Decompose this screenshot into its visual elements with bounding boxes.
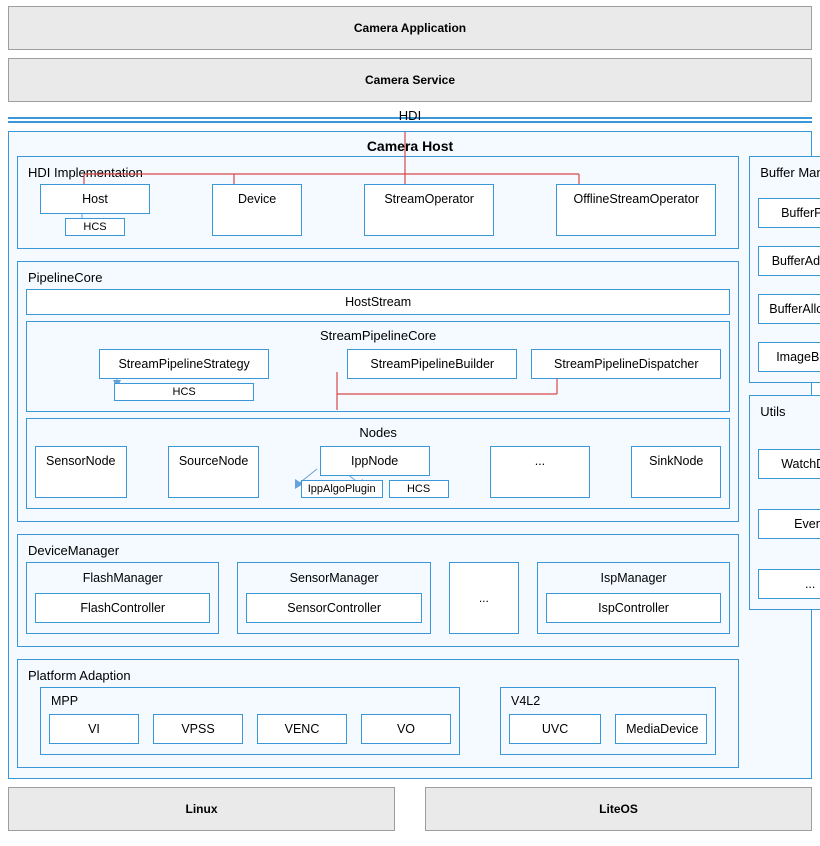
buffer-adapter-box: BufferAdapter (758, 246, 820, 276)
pipeline-core-panel: PipelineCore HostStream (17, 261, 739, 522)
platform-adaption-panel: Platform Adaption MPP VI VPSS VENC VO (17, 659, 739, 768)
camera-service-layer: Camera Service (8, 58, 812, 102)
host-stream-box: HostStream (26, 289, 730, 315)
ipp-algo-plugin-box: IppAlgoPlugin (301, 480, 383, 498)
isp-manager-title: IspManager (546, 567, 721, 593)
device-box: Device (212, 184, 302, 236)
stream-pipeline-core-panel: StreamPipelineCore StreamPipelineStrateg… (26, 321, 730, 412)
vo-box: VO (361, 714, 451, 744)
stream-pipeline-core-title: StreamPipelineCore (35, 326, 721, 349)
platform-adaption-title: Platform Adaption (26, 666, 730, 687)
venc-box: VENC (257, 714, 347, 744)
host-box: Host (40, 184, 150, 214)
hcs-box-strategy: HCS (114, 383, 254, 401)
offline-stream-operator-box: OfflineStreamOperator (556, 184, 716, 236)
device-manager-panel: DeviceManager FlashManager FlashControll… (17, 534, 739, 647)
stream-pipeline-builder-box: StreamPipelineBuilder (347, 349, 517, 379)
isp-controller-box: IspController (546, 593, 721, 623)
device-manager-ellipsis: ... (449, 562, 519, 634)
media-device-box: MediaDevice (615, 714, 707, 744)
buffer-manager-title: Buffer Manager (758, 163, 820, 180)
vpss-box: VPSS (153, 714, 243, 744)
nodes-panel: Nodes SensorNode SourceNode IppNode IppA… (26, 418, 730, 509)
pipeline-core-title: PipelineCore (26, 268, 730, 289)
hcs-box-host: HCS (65, 218, 125, 236)
camera-application-layer: Camera Application (8, 6, 812, 50)
sensor-node-box: SensorNode (35, 446, 127, 498)
stream-pipeline-dispatcher-box: StreamPipelineDispatcher (531, 349, 721, 379)
uvc-box: UVC (509, 714, 601, 744)
camera-host-title: Camera Host (17, 136, 803, 156)
flash-manager-panel: FlashManager FlashController (26, 562, 219, 634)
sensor-manager-panel: SensorManager SensorController (237, 562, 430, 634)
v4l2-group: V4L2 UVC MediaDevice (500, 687, 716, 755)
source-node-box: SourceNode (168, 446, 260, 498)
hdi-implementation-title: HDI Implementation (26, 163, 730, 184)
image-buffer-box: ImageBuffer (758, 342, 820, 372)
isp-manager-panel: IspManager IspController (537, 562, 730, 634)
event-box: Event (758, 509, 820, 539)
sensor-manager-title: SensorManager (246, 567, 421, 593)
hdi-implementation-panel: HDI Implementation Host HCS Device Strea… (17, 156, 739, 249)
utils-title: Utils (758, 402, 820, 419)
buffer-manager-panel: Buffer Manager BufferPool BufferAdapter … (749, 156, 820, 383)
hdi-label: HDI (8, 108, 812, 123)
linux-layer: Linux (8, 787, 395, 831)
device-manager-title: DeviceManager (26, 541, 730, 562)
ipp-node-box: IppNode (320, 446, 430, 476)
utils-panel: Utils WatchDog Event ... (749, 395, 820, 610)
buffer-pool-box: BufferPool (758, 198, 820, 228)
camera-host-container: Camera Host HDI Implementation Host HCS (8, 131, 812, 779)
stream-pipeline-strategy-box: StreamPipelineStrategy (99, 349, 269, 379)
mpp-group: MPP VI VPSS VENC VO (40, 687, 460, 755)
nodes-title: Nodes (35, 423, 721, 446)
hcs-box-ipp: HCS (389, 480, 449, 498)
liteos-layer: LiteOS (425, 787, 812, 831)
utils-ellipsis-box: ... (758, 569, 820, 599)
flash-controller-box: FlashController (35, 593, 210, 623)
mpp-title: MPP (49, 692, 451, 714)
flash-manager-title: FlashManager (35, 567, 210, 593)
vi-box: VI (49, 714, 139, 744)
sink-node-box: SinkNode (631, 446, 721, 498)
v4l2-title: V4L2 (509, 692, 707, 714)
stream-operator-box: StreamOperator (364, 184, 494, 236)
buffer-allocator-box: BufferAllocator (758, 294, 820, 324)
watchdog-box: WatchDog (758, 449, 820, 479)
nodes-ellipsis-box: ... (490, 446, 590, 498)
sensor-controller-box: SensorController (246, 593, 421, 623)
